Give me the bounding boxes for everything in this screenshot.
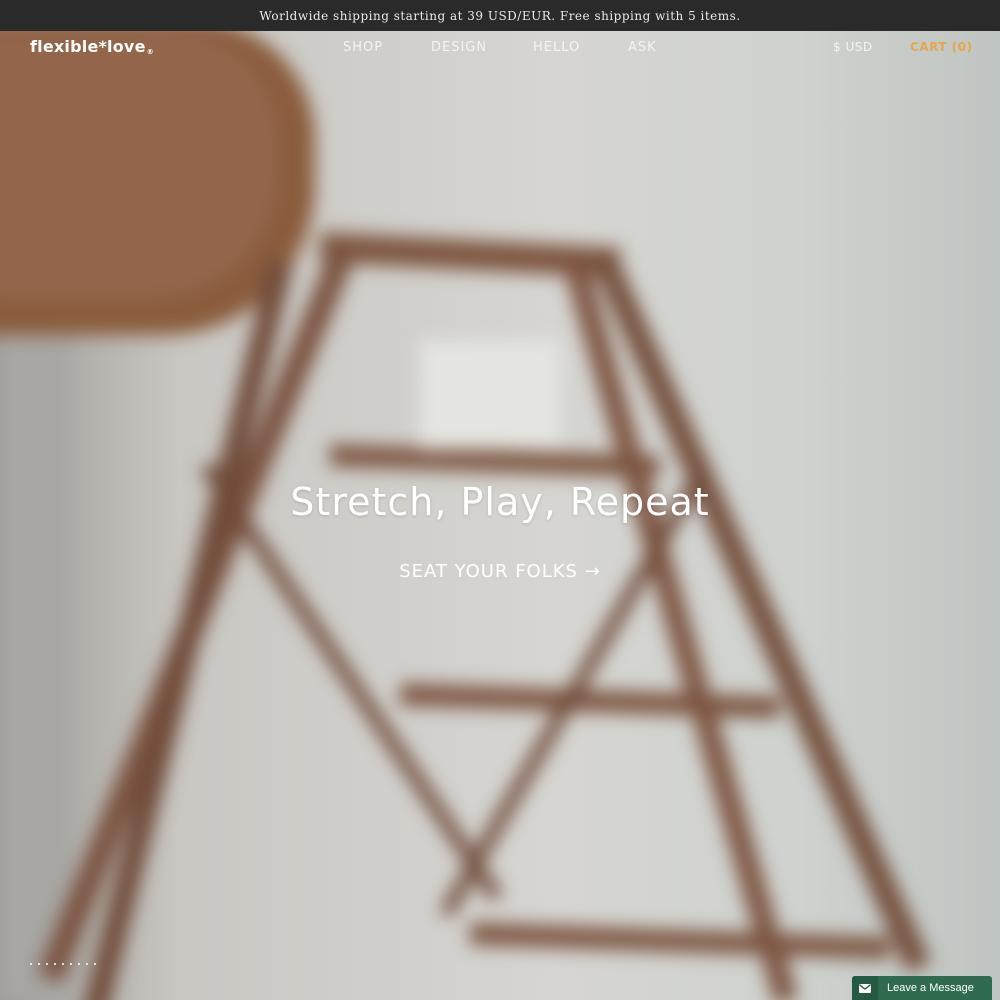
nav-ask[interactable]: ASK <box>628 40 657 55</box>
currency-selector[interactable]: $ USD <box>833 40 873 54</box>
chat-label: Leave a Message <box>887 982 974 994</box>
seat-your-folks-link[interactable]: SEAT YOUR FOLKS → <box>399 561 601 582</box>
nav-hello[interactable]: HELLO <box>533 40 580 55</box>
announcement-text: Worldwide shipping starting at 39 USD/EU… <box>259 8 741 23</box>
slide-dot[interactable] <box>30 963 32 965</box>
cart-link[interactable]: CART (0) <box>910 40 972 54</box>
slide-dot[interactable] <box>54 963 56 965</box>
slide-dot[interactable] <box>94 963 96 965</box>
announcement-bar: Worldwide shipping starting at 39 USD/EU… <box>0 0 1000 31</box>
hero-cta: SEAT YOUR FOLKS → <box>0 561 1000 582</box>
nav-shop[interactable]: SHOP <box>343 40 383 55</box>
envelope-icon <box>852 976 878 1000</box>
slide-dot[interactable] <box>62 963 64 965</box>
logo-text: flexible*love <box>30 37 146 56</box>
slide-dot[interactable] <box>70 963 72 965</box>
slide-dot[interactable] <box>38 963 40 965</box>
registered-mark: ® <box>146 48 154 56</box>
site-header: flexible*love® SHOP DESIGN HELLO ASK $ U… <box>0 31 1000 63</box>
nav-design[interactable]: DESIGN <box>431 40 487 55</box>
slide-dot[interactable] <box>78 963 80 965</box>
hero-headline: Stretch, Play, Repeat <box>290 480 710 524</box>
slide-dot[interactable] <box>86 963 88 965</box>
slide-indicator <box>30 963 96 965</box>
brand-logo[interactable]: flexible*love® <box>30 37 154 56</box>
leave-message-widget[interactable]: Leave a Message <box>852 976 992 1000</box>
slide-dot[interactable] <box>46 963 48 965</box>
